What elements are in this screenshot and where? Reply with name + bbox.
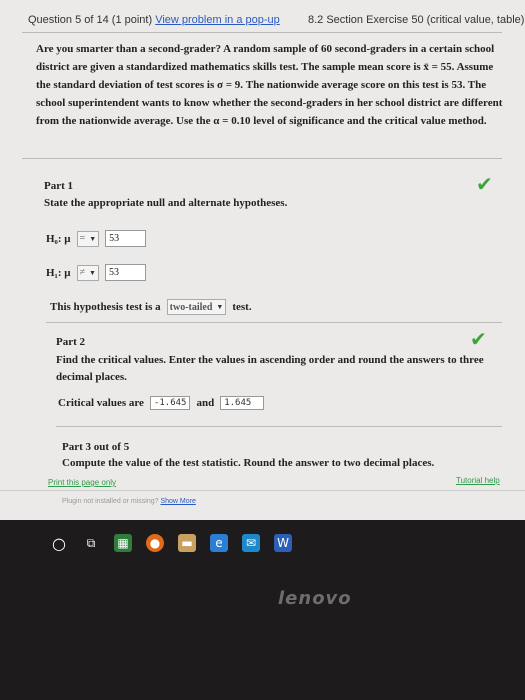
part1-title: Part 1 xyxy=(44,180,74,192)
h0-relation-value: = xyxy=(79,233,86,244)
question-info: Question 5 of 14 (1 point) View problem … xyxy=(28,14,280,26)
h1-row: H₁: μ ≠ ▼ 53 xyxy=(46,264,146,281)
part2-title: Part 2 xyxy=(56,336,86,348)
print-page-link[interactable]: Print this page only xyxy=(48,478,116,487)
part2-instruction: Find the critical values. Enter the valu… xyxy=(56,354,484,383)
store-icon[interactable]: ▦ xyxy=(114,534,132,552)
critical-values-row: Critical values are -1.645 and 1.645 xyxy=(58,396,265,410)
critical-value-lower-input[interactable]: -1.645 xyxy=(149,396,191,410)
h0-value-input[interactable]: 53 xyxy=(105,230,147,247)
footer-divider xyxy=(0,490,525,491)
plugin-text: Plugin not installed or missing? xyxy=(62,498,159,505)
chevron-down-icon: ▼ xyxy=(216,303,224,311)
chevron-down-icon: ▼ xyxy=(89,268,96,277)
h0-label: H₀: μ xyxy=(46,232,71,245)
firefox-icon[interactable]: ● xyxy=(146,534,164,552)
test-type-suffix: test. xyxy=(232,301,252,313)
problem-statement: Are you smarter than a second-grader? A … xyxy=(36,43,503,127)
search-icon[interactable]: ○ xyxy=(50,534,68,553)
edge-icon[interactable]: e xyxy=(210,534,228,552)
section-title: 8.2 Section Exercise 50 (critical value,… xyxy=(308,14,525,26)
part3-instruction: Compute the value of the test statistic.… xyxy=(62,457,435,469)
file-explorer-icon[interactable]: ▬ xyxy=(178,534,196,552)
test-type-prefix: This hypothesis test is a xyxy=(50,301,161,313)
h0-relation-select[interactable]: = ▼ xyxy=(76,230,100,247)
lenovo-logo: lenovo xyxy=(278,588,352,609)
test-type-value: two-tailed xyxy=(169,301,213,313)
question-number: Question 5 of 14 (1 point) xyxy=(28,14,153,26)
h1-value-input[interactable]: 53 xyxy=(104,264,146,281)
part1-check-icon: ✔ xyxy=(476,172,493,196)
h1-label: H₁: μ xyxy=(46,266,71,279)
taskbar: ○ ⧉ ▦ ● ▬ e ✉ W xyxy=(50,530,380,556)
problem-divider xyxy=(22,158,502,159)
question-header: Question 5 of 14 (1 point) View problem … xyxy=(0,8,525,30)
part1-instruction: State the appropriate null and alternate… xyxy=(44,197,288,209)
header-divider xyxy=(22,32,502,33)
show-more-link[interactable]: Show More xyxy=(160,498,195,505)
browser-screen: Question 5 of 14 (1 point) View problem … xyxy=(0,0,525,520)
plugin-notice: Plugin not installed or missing? Show Mo… xyxy=(62,498,196,505)
h0-row: H₀: μ = ▼ 53 xyxy=(46,230,147,247)
h1-relation-value: ≠ xyxy=(79,267,86,278)
test-type-select[interactable]: two-tailed ▼ xyxy=(166,299,227,315)
part3-title: Part 3 out of 5 xyxy=(62,441,130,453)
critical-value-upper-input[interactable]: 1.645 xyxy=(220,396,265,410)
test-type-row: This hypothesis test is a two-tailed ▼ te… xyxy=(50,299,252,315)
popup-link[interactable]: View problem in a pop-up xyxy=(155,14,280,26)
chevron-down-icon: ▼ xyxy=(89,234,97,243)
tutorial-help-link[interactable]: Tutorial help xyxy=(456,476,500,485)
part1-divider xyxy=(46,322,502,323)
word-icon[interactable]: W xyxy=(274,534,292,552)
critical-values-and: and xyxy=(196,397,215,409)
part2-check-icon: ✔ xyxy=(470,327,487,351)
mail-icon[interactable]: ✉ xyxy=(242,534,260,552)
task-view-icon[interactable]: ⧉ xyxy=(82,534,100,552)
part2-divider xyxy=(56,426,502,427)
h1-relation-select[interactable]: ≠ ▼ xyxy=(76,264,99,281)
critical-values-label: Critical values are xyxy=(58,397,144,409)
